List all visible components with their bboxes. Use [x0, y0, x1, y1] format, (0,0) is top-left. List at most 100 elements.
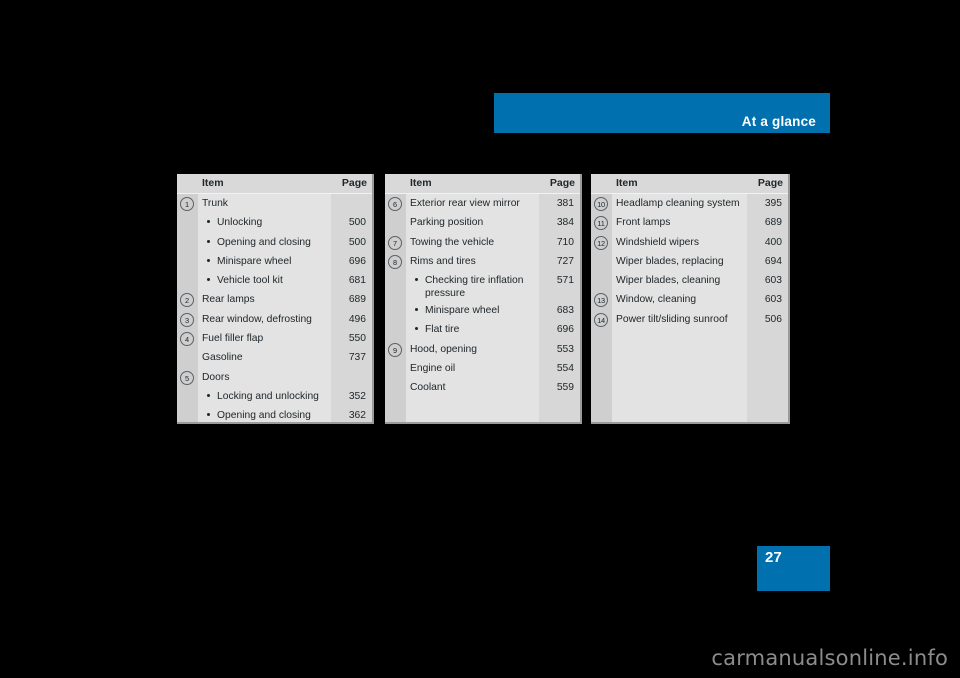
table-row: 9 Hood, opening 553: [385, 340, 580, 359]
row-item-label: Window, cleaning: [616, 294, 697, 306]
table-row: Coolant 559: [385, 378, 580, 397]
table-row: Wiper blades, replacing 694: [591, 252, 788, 271]
table-row: Opening and closing 500: [177, 233, 372, 252]
row-page-number: 571: [556, 275, 574, 287]
row-page-number: 506: [764, 313, 782, 325]
index-tables-container: Item Page 1 Trunk Unlocking 500 Opening and cl…: [0, 174, 960, 426]
row-item-label: Wiper blades, replacing: [616, 255, 724, 267]
column-header-page: Page: [341, 177, 367, 189]
table-row: Vehicle tool kit 681: [177, 271, 372, 290]
row-item-label: Unlocking: [217, 217, 263, 229]
table-row: Engine oil 554: [385, 359, 580, 378]
callout-number-badge: 5: [180, 370, 194, 385]
callout-number-badge: 12: [594, 235, 608, 250]
row-item-label: Towing the vehicle: [410, 236, 495, 248]
row-item-label: Exterior rear view mirror: [410, 198, 520, 209]
table-row: Flat tire 696: [385, 320, 580, 339]
table-header-row: Item Page: [591, 174, 788, 194]
section-header-bar: At a glance: [494, 93, 830, 133]
row-item-label: Coolant: [410, 382, 446, 394]
row-page-number: 395: [764, 198, 782, 209]
table-row: 10 Headlamp cleaning system 395: [591, 194, 788, 213]
row-page-number: 384: [556, 217, 574, 229]
bullet-icon: [415, 278, 418, 282]
table-row: Minispare wheel 683: [385, 301, 580, 320]
table-row: 8 Rims and tires 727: [385, 252, 580, 271]
bullet-icon: [207, 220, 210, 224]
callout-number-badge: 9: [388, 342, 402, 357]
manual-page: At a glance Item Page 1 Trunk Unlocking 500 Op…: [0, 0, 960, 678]
row-page-number: 694: [764, 255, 782, 267]
row-page-number: 689: [348, 294, 366, 306]
column-header-item: Item: [202, 177, 224, 189]
table-body: 1 Trunk Unlocking 500 Opening and closing 500…: [177, 194, 372, 422]
row-page-number: 553: [556, 343, 574, 355]
table-row: Locking and unlocking 352: [177, 387, 372, 406]
row-page-number: 496: [348, 313, 366, 325]
table-row: Parking position 384: [385, 213, 580, 232]
table-row: 5 Doors: [177, 368, 372, 387]
bullet-icon: [415, 308, 418, 312]
table-body: 10 Headlamp cleaning system 395 11 Front lam…: [591, 194, 788, 422]
row-item-label: Rims and tires: [410, 255, 476, 267]
row-item-label: Minispare wheel: [425, 305, 500, 317]
row-item-label: Flat tire: [425, 324, 460, 336]
row-item-label: Headlamp cleaning system: [616, 198, 740, 209]
row-page-number: 727: [556, 255, 574, 267]
column-header-item: Item: [616, 177, 638, 189]
column-header-page: Page: [549, 177, 575, 189]
row-item-label: Opening and closing: [217, 236, 311, 248]
row-page-number: 603: [764, 294, 782, 306]
callout-number-badge: 7: [388, 235, 402, 250]
row-item-label: Parking position: [410, 217, 484, 229]
bullet-icon: [207, 393, 210, 397]
index-table-2: Item Page 6 Exterior rear view mirror 381 Par…: [385, 174, 582, 424]
callout-number-badge: 11: [594, 216, 608, 231]
column-header-item: Item: [410, 177, 432, 189]
row-page-number: 400: [764, 236, 782, 248]
row-page-number: 710: [556, 236, 574, 248]
callout-number-badge: 6: [388, 197, 402, 211]
watermark-text: carmanualsonline.info: [711, 646, 948, 670]
callout-number-badge: 4: [180, 332, 194, 347]
table-row: Opening and closing 362: [177, 406, 372, 422]
row-page-number: 500: [348, 217, 366, 229]
row-item-label: Minispare wheel: [217, 255, 292, 267]
row-item-label: Doors: [202, 371, 230, 383]
table-row: Unlocking 500: [177, 213, 372, 232]
table-header-row: Item Page: [177, 174, 372, 194]
table-row: 12 Windshield wipers 400: [591, 233, 788, 252]
bullet-icon: [207, 278, 210, 282]
row-item-label: Windshield wipers: [616, 236, 699, 248]
table-header-row: Item Page: [385, 174, 580, 194]
row-page-number: 603: [764, 275, 782, 287]
table-row: 13 Window, cleaning 603: [591, 290, 788, 309]
row-item-label: Hood, opening: [410, 343, 477, 355]
callout-number-badge: 3: [180, 312, 194, 327]
callout-number-badge: 10: [594, 197, 608, 211]
callout-number-badge: 13: [594, 293, 608, 308]
callout-number-badge: 1: [180, 197, 194, 211]
row-page-number: 500: [348, 236, 366, 248]
row-page-number: 681: [348, 275, 366, 287]
row-page-number: 683: [556, 305, 574, 317]
row-page-number: 737: [348, 352, 366, 364]
row-item-label: Vehicle tool kit: [217, 275, 283, 287]
table-row: Wiper blades, cleaning 603: [591, 271, 788, 290]
table-row: 1 Trunk: [177, 194, 372, 213]
column-header-page: Page: [757, 177, 783, 189]
callout-number-badge: 2: [180, 293, 194, 308]
table-row: Checking tire inflation pressure 571: [385, 271, 580, 301]
row-item-label: Wiper blades, cleaning: [616, 275, 721, 287]
bullet-icon: [207, 239, 210, 243]
row-item-label: Power tilt/sliding sunroof: [616, 313, 728, 325]
table-row: 7 Towing the vehicle 710: [385, 233, 580, 252]
row-page-number: 352: [348, 390, 366, 402]
row-item-label: Locking and unlocking: [217, 390, 319, 402]
row-page-number: 381: [556, 198, 574, 209]
bullet-icon: [415, 327, 418, 331]
row-page-number: 554: [556, 363, 574, 375]
row-page-number: 550: [348, 333, 366, 345]
row-item-label: Trunk: [202, 198, 228, 209]
table-row: 4 Fuel filler flap 550: [177, 329, 372, 348]
